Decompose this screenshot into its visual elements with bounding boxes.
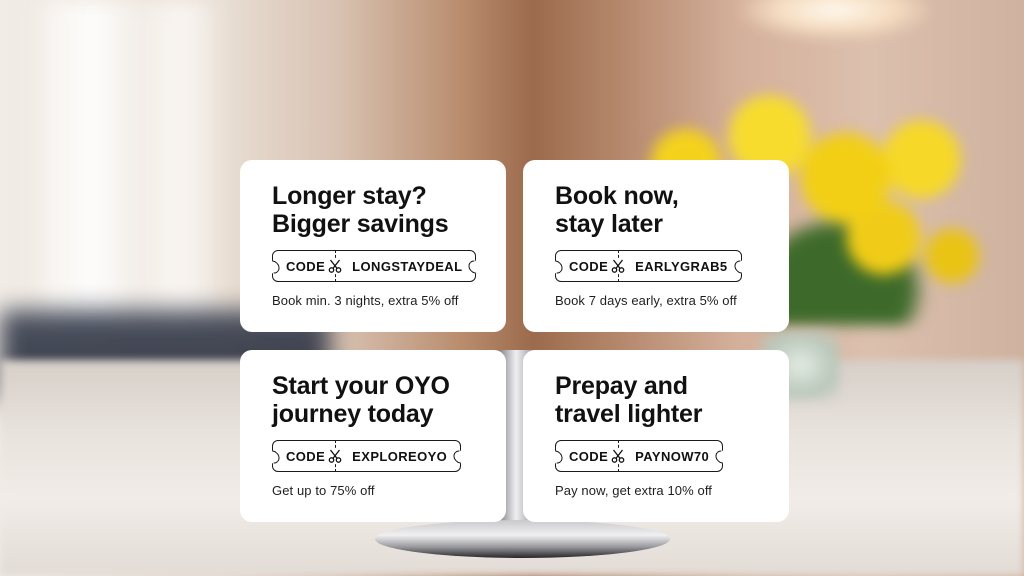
coupon-code-ticket[interactable]: CODE LONGSTAYDEAL xyxy=(272,250,477,282)
coupon-code-value: EARLYGRAB5 xyxy=(635,258,728,274)
coupon-code-label: CODE xyxy=(286,448,326,464)
coupon-code-value: PAYNOW70 xyxy=(635,448,710,464)
coupon-code-label: CODE xyxy=(286,258,326,274)
scissors-icon xyxy=(611,449,626,463)
offer-title-line2: journey today xyxy=(272,400,434,428)
coupon-code-ticket[interactable]: CODE EXPLOREOYO xyxy=(272,440,462,472)
offer-title: Prepay and travel lighter xyxy=(555,372,789,428)
offer-title-line1: Prepay and xyxy=(555,372,688,400)
coupon-code-label: CODE xyxy=(569,448,609,464)
offer-description: Pay now, get extra 10% off xyxy=(555,483,713,498)
background-curtain xyxy=(40,0,220,330)
offer-title: Longer stay? Bigger savings xyxy=(272,182,506,238)
offer-description: Book min. 3 nights, extra 5% off xyxy=(272,293,459,308)
offer-card-paynow[interactable]: Prepay and travel lighter CODE PAYNOW70 … xyxy=(523,350,789,522)
coupon-code-ticket[interactable]: CODE EARLYGRAB5 xyxy=(555,250,742,282)
offer-title-line2: stay later xyxy=(555,210,663,238)
offer-title-line2: travel lighter xyxy=(555,400,703,428)
offer-title: Book now, stay later xyxy=(555,182,789,238)
scissors-icon xyxy=(611,259,626,273)
background-photo xyxy=(0,0,1024,576)
offer-title-line1: Longer stay? xyxy=(272,182,427,210)
offer-description: Get up to 75% off xyxy=(272,483,375,498)
background-bell-base xyxy=(375,520,670,558)
offer-title-line1: Start your OYO xyxy=(272,372,450,400)
background-lamp xyxy=(740,0,930,40)
scissors-icon xyxy=(328,449,343,463)
offer-title: Start your OYO journey today xyxy=(272,372,506,428)
offer-title-line1: Book now, xyxy=(555,182,679,210)
offer-card-earlygrab[interactable]: Book now, stay later CODE EARLYGRAB5 Boo… xyxy=(523,160,789,332)
offer-description: Book 7 days early, extra 5% off xyxy=(555,293,737,308)
scissors-icon xyxy=(328,259,343,273)
offer-card-longstay[interactable]: Longer stay? Bigger savings CODE LONGSTA… xyxy=(240,160,506,332)
coupon-code-label: CODE xyxy=(569,258,609,274)
coupon-code-ticket[interactable]: CODE PAYNOW70 xyxy=(555,440,724,472)
coupon-code-value: EXPLOREOYO xyxy=(352,448,448,464)
coupon-code-value: LONGSTAYDEAL xyxy=(352,258,463,274)
offer-title-line2: Bigger savings xyxy=(272,210,449,238)
offer-card-exploreoyo[interactable]: Start your OYO journey today CODE EXPLOR… xyxy=(240,350,506,522)
